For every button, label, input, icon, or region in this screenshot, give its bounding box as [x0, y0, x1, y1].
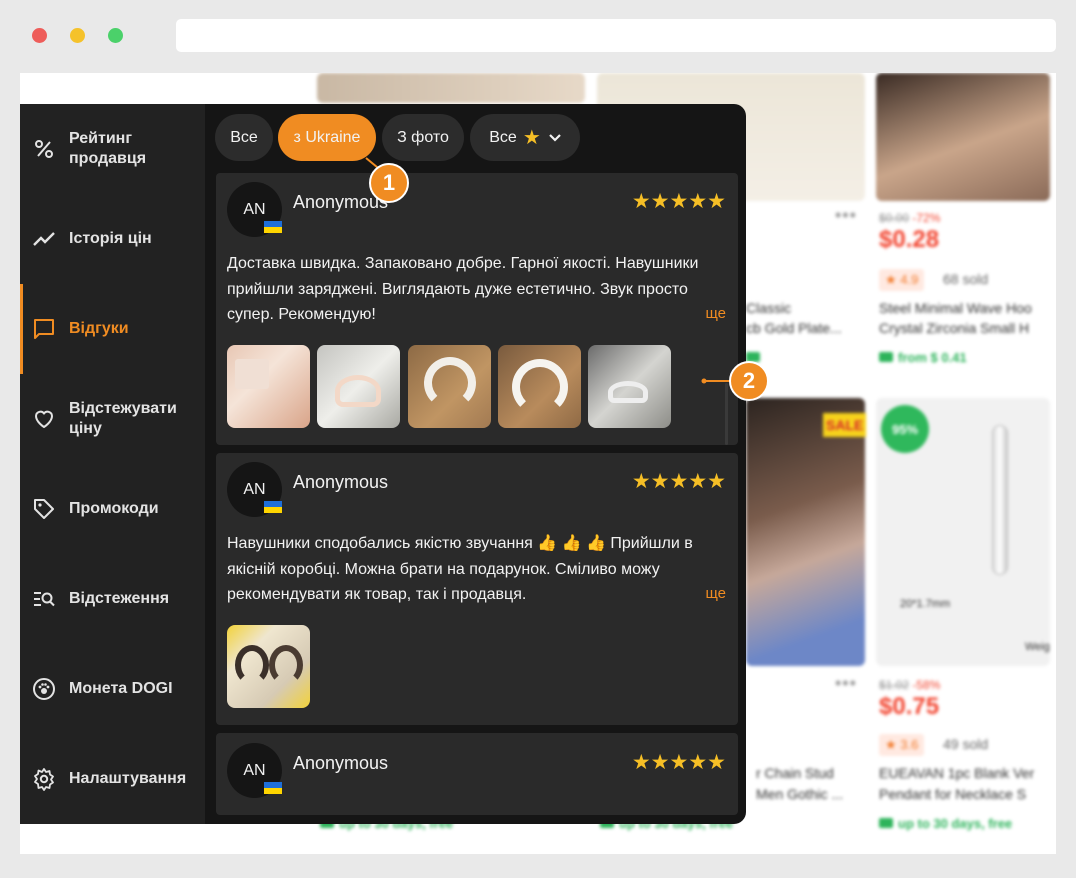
reviewer-name: Anonymous	[293, 753, 389, 773]
review-text: Навушники сподобались якістю звучання 👍 …	[227, 535, 693, 603]
sidebar-item-label: Відстеження	[69, 590, 170, 607]
sidebar-item-label: Відгуки	[69, 320, 129, 337]
tracking-list-icon	[32, 587, 56, 611]
headphone-shape	[608, 381, 648, 403]
product-title: r Chain Stud	[756, 765, 834, 781]
gear-icon	[32, 767, 56, 791]
review-photo[interactable]	[408, 345, 491, 428]
sidebar-item-tracking[interactable]: Відстеження	[20, 554, 205, 644]
star-icon: ★	[522, 127, 541, 149]
product-title: Crystal Zirconia Small H	[879, 320, 1030, 336]
sidebar-item-label: Рейтинг продавця	[69, 130, 147, 167]
price: $0.75	[879, 693, 940, 720]
tab-all[interactable]: Все	[215, 114, 273, 161]
review-photo[interactable]	[588, 345, 671, 428]
old-price: $1.02 -58%	[879, 678, 941, 692]
headphone-shape	[512, 359, 568, 415]
sidebar-item-reviews[interactable]: Відгуки	[20, 284, 205, 374]
shipping-info: from $ 0.41	[879, 350, 967, 365]
product-bar	[992, 425, 1008, 575]
extension-panel: Рейтинг продавця Історія цін Відгуки Від…	[20, 104, 746, 824]
sidebar-item-label: Налаштування	[69, 770, 187, 787]
chevron-down-icon	[548, 129, 561, 147]
percent-icon	[32, 137, 56, 161]
review-card: AN Anonymous ★★★★★	[216, 733, 738, 815]
rating-badge: ★ 3.6	[879, 734, 925, 756]
product-dimension: 20*1.7mm	[900, 598, 951, 610]
review-photo[interactable]	[498, 345, 581, 428]
shipping-info: up to 30 days, free	[879, 816, 1012, 831]
sold-count: 49 sold	[943, 736, 989, 752]
review-card: AN Anonymous ★★★★★ Доставка швидка. Запа…	[216, 173, 738, 445]
rating-stars: ★★★★★	[631, 470, 726, 493]
close-window-dot[interactable]	[32, 28, 47, 43]
rating-stars: ★★★★★	[631, 751, 726, 774]
product-title: Pendant for Necklace S	[879, 786, 1027, 802]
percent-badge: 95%	[881, 405, 929, 453]
coin-paw-icon	[32, 677, 56, 701]
more-options-icon[interactable]: •••	[835, 673, 857, 694]
sidebar-item-seller-rating[interactable]: Рейтинг продавця	[20, 104, 205, 194]
callout-badge-1: 1	[369, 163, 409, 203]
review-photo[interactable]	[227, 625, 310, 708]
sale-badge: SALE	[823, 413, 867, 437]
sidebar-item-dogi-coin[interactable]: Монета DOGI	[20, 644, 205, 734]
read-more-link[interactable]: ще	[705, 585, 726, 602]
chat-bubble-icon	[32, 317, 56, 341]
callout-badge-2: 2	[729, 361, 769, 401]
review-card: AN Anonymous ★★★★★ Навушники сподобались…	[216, 453, 738, 725]
review-text: Доставка швидка. Запаковано добре. Гарно…	[227, 255, 699, 323]
sidebar-item-label: Монета DOGI	[69, 680, 173, 697]
ukraine-flag-icon	[264, 221, 282, 233]
tab-label: Все	[230, 128, 258, 146]
headphone-shape	[235, 645, 269, 685]
product-title: Steel Minimal Wave Hoo	[879, 300, 1032, 316]
maximize-window-dot[interactable]	[108, 28, 123, 43]
old-price: $0.00 -72%	[879, 211, 941, 225]
product-image	[876, 73, 1050, 201]
tab-with-photo[interactable]: З фото	[382, 114, 464, 161]
sidebar-item-track-price[interactable]: Відстежувати ціну	[20, 374, 205, 464]
tab-stars-dropdown[interactable]: Все ★	[470, 114, 580, 161]
headphone-shape	[269, 645, 303, 685]
price: $0.28	[879, 226, 940, 253]
product-title: Classic	[746, 300, 792, 316]
review-photo[interactable]	[227, 345, 310, 428]
sold-count: 68 sold	[943, 271, 989, 287]
review-photo[interactable]	[317, 345, 400, 428]
more-options-icon[interactable]: •••	[835, 205, 857, 226]
product-title: cb Gold Plate...	[746, 320, 842, 336]
read-more-link[interactable]: ще	[705, 305, 726, 322]
scrollbar[interactable]	[725, 383, 728, 445]
tab-label: Все	[489, 128, 517, 146]
sidebar-item-label: Промокоди	[69, 500, 159, 517]
sidebar-item-promo-codes[interactable]: Промокоди	[20, 464, 205, 554]
tag-icon	[32, 497, 56, 521]
headphone-shape	[335, 375, 381, 407]
sidebar: Рейтинг продавця Історія цін Відгуки Від…	[20, 104, 205, 824]
sidebar-item-label: Відстежувати ціну	[69, 400, 177, 437]
box-shape	[235, 359, 269, 389]
heart-icon	[32, 407, 56, 431]
product-title: Men Gothic ...	[756, 786, 844, 802]
ukraine-flag-icon	[264, 501, 282, 513]
reviewer-name: Anonymous	[293, 472, 389, 492]
rating-stars: ★★★★★	[631, 190, 726, 213]
headphone-shape	[424, 357, 476, 409]
trend-chart-icon	[32, 227, 56, 251]
tab-label: з Ukraine	[293, 128, 361, 146]
address-bar[interactable]	[176, 19, 1056, 52]
product-image	[746, 398, 865, 666]
minimize-window-dot[interactable]	[70, 28, 85, 43]
product-image	[317, 73, 585, 103]
sidebar-item-settings[interactable]: Налаштування	[20, 734, 205, 824]
weight-label: Weig	[1025, 641, 1050, 653]
product-title: EUEAVAN 1pc Blank Ver	[879, 765, 1035, 781]
rating-badge: ★ 4.9	[879, 269, 925, 291]
tab-from-ukraine[interactable]: з Ukraine	[278, 114, 376, 161]
sidebar-item-price-history[interactable]: Історія цін	[20, 194, 205, 284]
sidebar-item-label: Історія цін	[69, 230, 152, 247]
ukraine-flag-icon	[264, 782, 282, 794]
tab-label: З фото	[397, 128, 449, 146]
